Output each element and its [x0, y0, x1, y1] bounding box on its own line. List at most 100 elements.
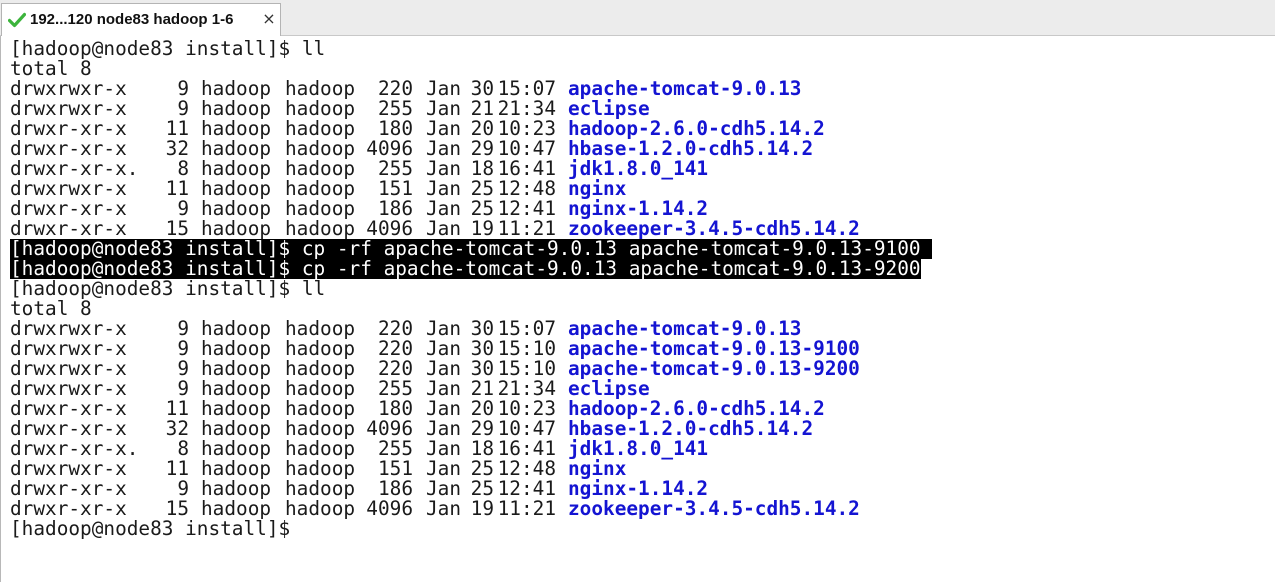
file-owner: hadoop	[201, 117, 272, 140]
listing-row: drwxrwxr-x 9 hadoop hadoop 220 Jan 30 15:10 apac…	[10, 339, 860, 359]
file-group: hadoop	[285, 457, 356, 480]
modified-month: Jan	[426, 377, 462, 400]
file-permissions: drwxr-xr-x	[10, 137, 127, 160]
file-group: hadoop	[285, 477, 356, 500]
listing-row: drwxrwxr-x 9 hadoop hadoop 255 Jan 21 21:34 ecli…	[10, 99, 650, 119]
file-group: hadoop	[285, 157, 356, 180]
file-permissions: drwxrwxr-x	[10, 457, 127, 480]
modified-day: 21	[470, 377, 494, 400]
modified-time: 15:10	[497, 357, 556, 380]
modified-month: Jan	[426, 157, 462, 180]
session-tab[interactable]: 192...120 node83 hadoop 1-6 ×	[1, 3, 281, 36]
file-size: 180	[377, 117, 413, 140]
modified-day: 18	[470, 437, 494, 460]
modified-time: 10:23	[497, 117, 556, 140]
file-permissions: drwxrwxr-x	[10, 177, 127, 200]
modified-time: 15:07	[497, 77, 556, 100]
listing-row: drwxr-xr-x 9 hadoop hadoop 186 Jan 25 12:41 ngin…	[10, 199, 708, 219]
link-count: 32	[165, 137, 189, 160]
file-permissions: drwxr-xr-x	[10, 497, 127, 520]
file-permissions: drwxr-xr-x	[10, 397, 127, 420]
directory-name: apache-tomcat-9.0.13	[568, 317, 802, 340]
modified-time: 12:41	[497, 197, 556, 220]
modified-month: Jan	[426, 117, 462, 140]
modified-time: 11:21	[497, 497, 556, 520]
file-permissions: drwxr-xr-x	[10, 217, 127, 240]
modified-day: 21	[470, 97, 494, 120]
terminal-line: [hadoop@node83 install]$ ll	[10, 277, 326, 300]
listing-row: drwxrwxr-x 9 hadoop hadoop 255 Jan 21 21:34 ecli…	[10, 379, 650, 399]
directory-name: hadoop-2.6.0-cdh5.14.2	[568, 117, 825, 140]
file-group: hadoop	[285, 97, 356, 120]
file-owner: hadoop	[201, 97, 272, 120]
file-group: hadoop	[285, 377, 356, 400]
listing-row: drwxr-xr-x 32 hadoop hadoop 4096 Jan 29 10:47 hb…	[10, 419, 813, 439]
check-icon	[7, 12, 27, 28]
directory-name: apache-tomcat-9.0.13	[568, 77, 802, 100]
link-count: 11	[165, 117, 189, 140]
file-permissions: drwxrwxr-x	[10, 357, 127, 380]
directory-name: apache-tomcat-9.0.13-9100	[568, 337, 860, 360]
modified-time: 16:41	[497, 157, 556, 180]
modified-month: Jan	[426, 177, 462, 200]
file-size: 220	[377, 77, 413, 100]
link-count: 11	[165, 177, 189, 200]
directory-name: hbase-1.2.0-cdh5.14.2	[568, 417, 814, 440]
file-owner: hadoop	[201, 137, 272, 160]
link-count: 15	[165, 217, 189, 240]
directory-name: hadoop-2.6.0-cdh5.14.2	[568, 397, 825, 420]
link-count: 9	[177, 197, 189, 220]
file-group: hadoop	[285, 417, 356, 440]
listing-row: drwxr-xr-x 9 hadoop hadoop 186 Jan 25 12:41 ngin…	[10, 479, 708, 499]
listing-row: drwxr-xr-x. 8 hadoop hadoop 255 Jan 18 16:41 jdk…	[10, 439, 708, 459]
modified-month: Jan	[426, 77, 462, 100]
file-size: 151	[377, 177, 413, 200]
listing-row: drwxr-xr-x 15 hadoop hadoop 4096 Jan 19 11:21 zo…	[10, 219, 860, 239]
modified-day: 25	[470, 177, 494, 200]
listing-row: drwxr-xr-x 11 hadoop hadoop 180 Jan 20 10:23 had…	[10, 399, 825, 419]
file-permissions: drwxr-xr-x.	[10, 157, 139, 180]
modified-month: Jan	[426, 337, 462, 360]
modified-month: Jan	[426, 437, 462, 460]
modified-time: 10:47	[497, 137, 556, 160]
file-size: 4096	[366, 137, 413, 160]
listing-row: drwxrwxr-x 11 hadoop hadoop 151 Jan 25 12:48 ngi…	[10, 179, 626, 199]
file-owner: hadoop	[201, 397, 272, 420]
modified-month: Jan	[426, 137, 462, 160]
modified-time: 21:34	[497, 97, 556, 120]
file-owner: hadoop	[201, 497, 272, 520]
file-owner: hadoop	[201, 157, 272, 180]
file-size: 220	[377, 357, 413, 380]
listing-row: drwxr-xr-x 15 hadoop hadoop 4096 Jan 19 11:21 zo…	[10, 499, 860, 519]
file-owner: hadoop	[201, 377, 272, 400]
modified-day: 30	[470, 317, 494, 340]
modified-day: 30	[470, 357, 494, 380]
file-size: 255	[377, 157, 413, 180]
listing-row: drwxrwxr-x 9 hadoop hadoop 220 Jan 30 15:07 apac…	[10, 319, 801, 339]
modified-month: Jan	[426, 417, 462, 440]
link-count: 8	[177, 437, 189, 460]
file-size: 4096	[366, 497, 413, 520]
directory-name: jdk1.8.0_141	[568, 157, 709, 180]
link-count: 9	[177, 477, 189, 500]
link-count: 8	[177, 157, 189, 180]
directory-name: hbase-1.2.0-cdh5.14.2	[568, 137, 814, 160]
file-group: hadoop	[285, 317, 356, 340]
file-permissions: drwxr-xr-x	[10, 417, 127, 440]
terminal-output[interactable]: [hadoop@node83 install]$ ll total 8 drwxrw…	[0, 36, 1275, 582]
listing-row: drwxr-xr-x 32 hadoop hadoop 4096 Jan 29 10:47 hb…	[10, 139, 813, 159]
close-tab-icon[interactable]: ×	[260, 8, 278, 30]
directory-name: nginx	[568, 457, 627, 480]
file-permissions: drwxrwxr-x	[10, 77, 127, 100]
file-group: hadoop	[285, 117, 356, 140]
file-owner: hadoop	[201, 317, 272, 340]
modified-day: 30	[470, 77, 494, 100]
file-owner: hadoop	[201, 217, 272, 240]
file-group: hadoop	[285, 397, 356, 420]
file-owner: hadoop	[201, 177, 272, 200]
directory-name: zookeeper-3.4.5-cdh5.14.2	[568, 217, 860, 240]
listing-row: drwxrwxr-x 11 hadoop hadoop 151 Jan 25 12:48 ngi…	[10, 459, 626, 479]
link-count: 32	[165, 417, 189, 440]
modified-day: 29	[470, 137, 494, 160]
modified-month: Jan	[426, 357, 462, 380]
